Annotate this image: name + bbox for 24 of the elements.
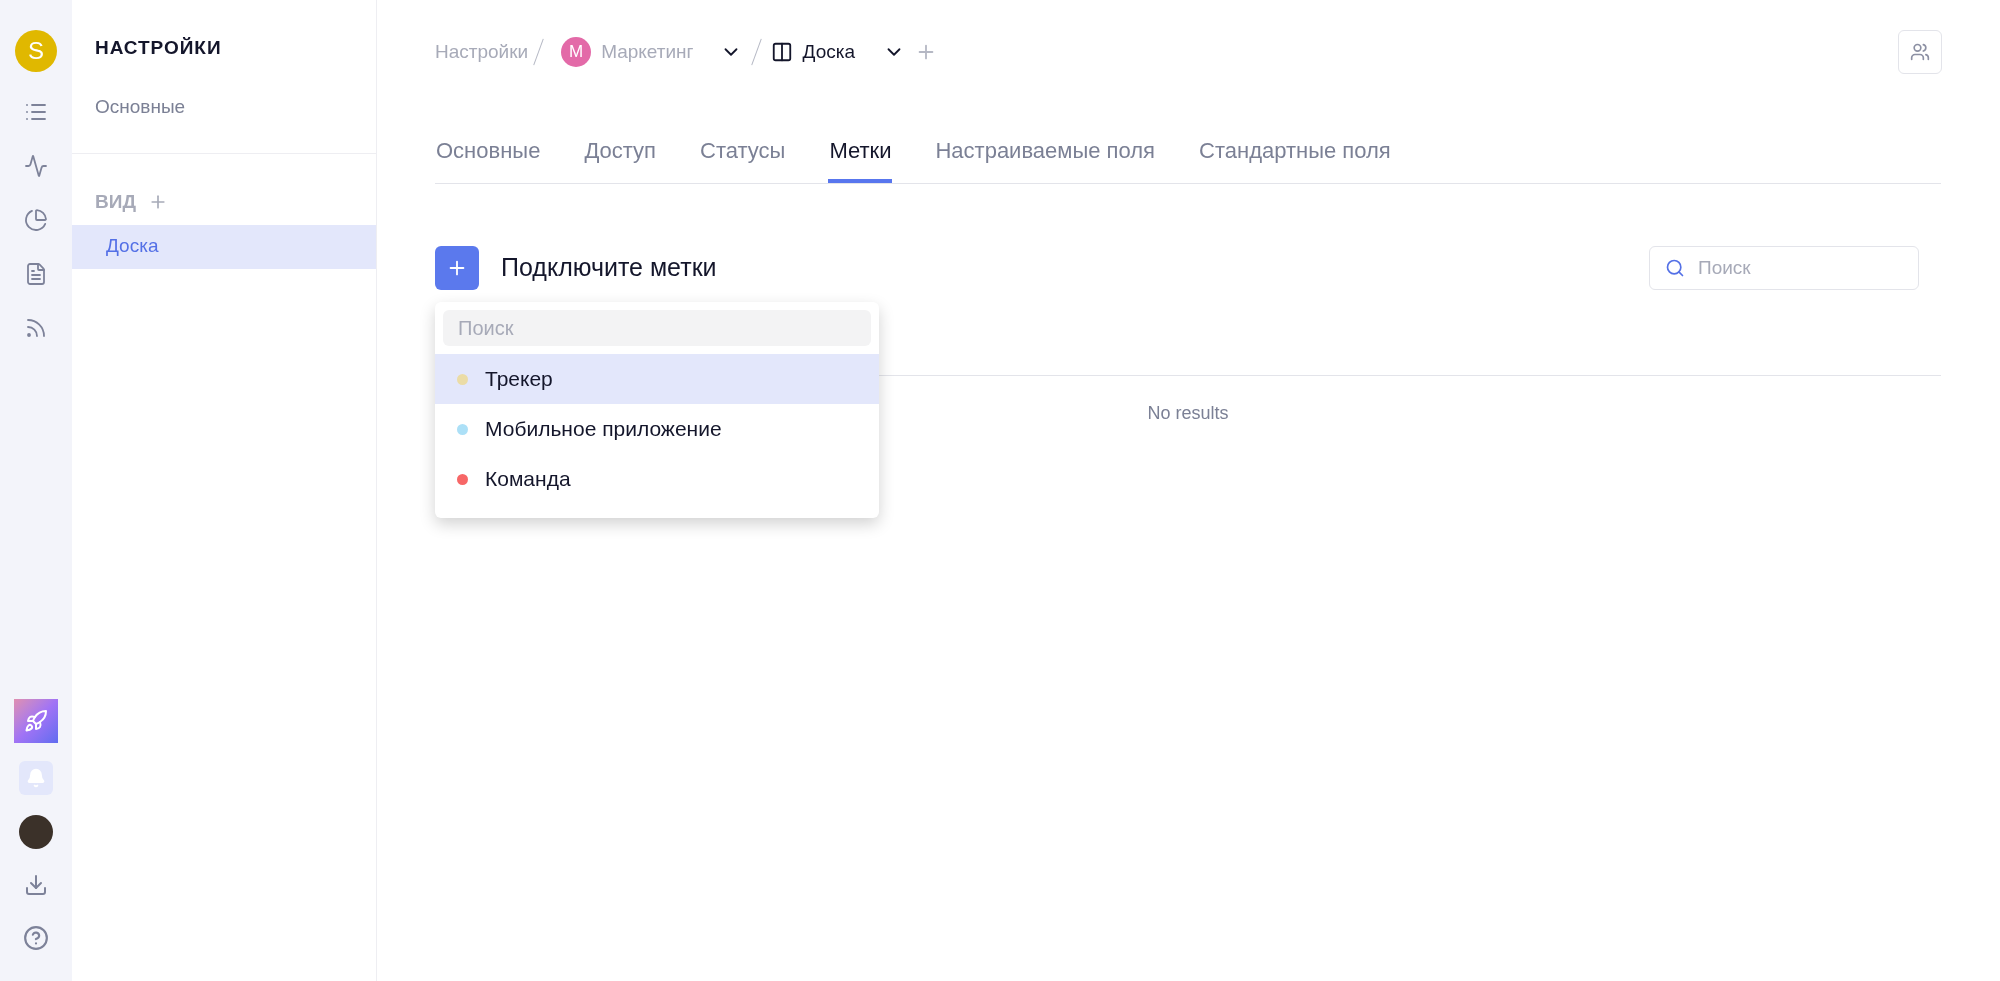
project-name[interactable]: Маркетинг: [601, 37, 694, 67]
tab[interactable]: Метки: [828, 130, 893, 183]
breadcrumb-link[interactable]: Настройки: [435, 37, 529, 67]
dropdown-search-field[interactable]: Поиск: [443, 310, 871, 346]
tab[interactable]: Основные: [435, 130, 542, 183]
tab[interactable]: Настраиваемые поля: [934, 130, 1157, 183]
search-field[interactable]: Поиск: [1649, 246, 1919, 290]
tag-label: Команда: [485, 466, 571, 493]
section-label: ВИД: [95, 190, 136, 214]
dropdown-item[interactable]: Мобильное приложение: [435, 404, 879, 454]
sidebar-title: НАСТРОЙКИ: [94, 36, 223, 60]
project-avatar: М: [561, 37, 592, 67]
section-heading: Подключите метки: [501, 252, 717, 284]
sidebar-item[interactable]: Основные: [72, 92, 376, 121]
empty-message: No results: [1147, 402, 1229, 425]
dropdown-item[interactable]: Команда: [435, 454, 879, 504]
tab[interactable]: Доступ: [583, 130, 657, 183]
view-name[interactable]: Доска: [802, 37, 855, 67]
tag-label: Мобильное приложение: [485, 416, 722, 443]
dropdown-item[interactable]: Трекер: [435, 354, 879, 404]
tab[interactable]: Статусы: [699, 130, 787, 183]
tab[interactable]: Стандартные поля: [1198, 130, 1392, 183]
tag-label: Трекер: [485, 366, 553, 393]
sidebar-item[interactable]: Доска: [72, 224, 376, 269]
